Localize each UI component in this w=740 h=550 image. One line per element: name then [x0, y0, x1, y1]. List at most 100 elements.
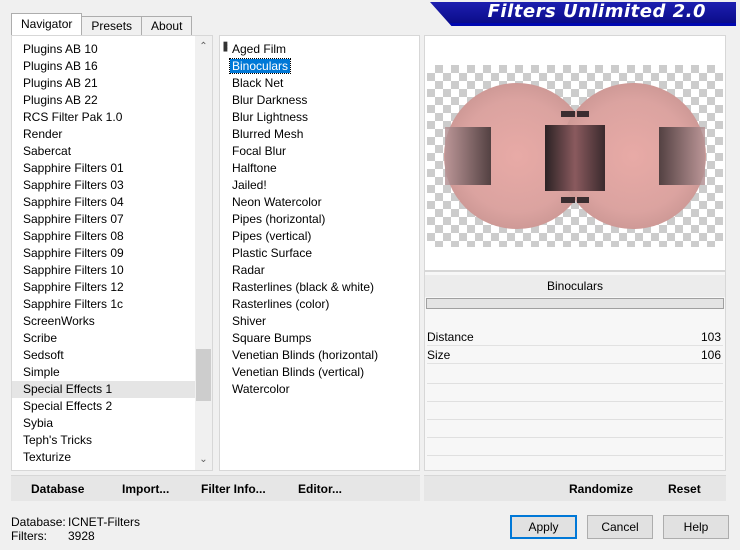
- param-value-distance[interactable]: 103: [701, 328, 721, 346]
- binoculars-preview-image: [444, 83, 706, 229]
- filter-item[interactable]: Rasterlines (black & white): [220, 279, 419, 296]
- category-list[interactable]: Plugins AB 10 Plugins AB 16 Plugins AB 21 P…: [11, 35, 213, 471]
- category-item[interactable]: Sybia: [12, 415, 212, 432]
- category-item[interactable]: Render: [12, 126, 212, 143]
- param-row-distance[interactable]: Distance 103: [427, 328, 723, 346]
- filter-info-button[interactable]: Filter Info...: [201, 476, 266, 502]
- category-item[interactable]: Sapphire Filters 03: [12, 177, 212, 194]
- category-item[interactable]: Texturize: [12, 449, 212, 466]
- filter-item[interactable]: Blur Lightness: [220, 109, 419, 126]
- category-scrollbar[interactable]: ⌃ ⌄: [195, 36, 212, 470]
- tab-presets[interactable]: Presets: [81, 16, 143, 35]
- param-divider: [427, 383, 723, 384]
- parameter-slider-track[interactable]: [426, 298, 724, 309]
- help-button[interactable]: Help: [663, 515, 729, 539]
- scroll-down-icon[interactable]: ⌄: [195, 451, 212, 468]
- category-item[interactable]: ScreenWorks: [12, 313, 212, 330]
- filter-item[interactable]: Blurred Mesh: [220, 126, 419, 143]
- apply-button[interactable]: Apply: [510, 515, 577, 539]
- category-item[interactable]: Sapphire Filters 04: [12, 194, 212, 211]
- filter-item-label: Blur Darkness: [232, 93, 308, 107]
- filter-item-label: Focal Blur: [232, 144, 287, 158]
- filters-label: Filters:: [11, 529, 47, 543]
- filter-item-label: Plastic Surface: [232, 246, 313, 260]
- category-item[interactable]: Scribe: [12, 330, 212, 347]
- filter-item[interactable]: Watercolor: [220, 381, 419, 398]
- filter-item[interactable]: Jailed!: [220, 177, 419, 194]
- category-item[interactable]: Sapphire Filters 08: [12, 228, 212, 245]
- banner-title: Filters Unlimited 2.0: [487, 1, 706, 22]
- category-item[interactable]: Sabercat: [12, 143, 212, 160]
- filter-item[interactable]: Binoculars: [220, 58, 419, 75]
- filter-item[interactable]: Halftone: [220, 160, 419, 177]
- tab-about[interactable]: About: [141, 16, 193, 35]
- category-item[interactable]: Sapphire Filters 12: [12, 279, 212, 296]
- filter-item[interactable]: Aged Film: [220, 41, 419, 58]
- tab-navigator[interactable]: Navigator: [11, 13, 83, 35]
- filter-item[interactable]: Pipes (vertical): [220, 228, 419, 245]
- category-item[interactable]: Teph's Tricks: [12, 432, 212, 449]
- database-value: ICNET-Filters: [68, 515, 140, 529]
- param-row-size[interactable]: Size 106: [427, 346, 723, 364]
- filter-item[interactable]: Venetian Blinds (vertical): [220, 364, 419, 381]
- category-item[interactable]: Simple: [12, 364, 212, 381]
- filter-item-label: Venetian Blinds (vertical): [232, 365, 365, 379]
- category-item[interactable]: Special Effects 1: [12, 381, 198, 398]
- category-item[interactable]: Sedsoft: [12, 347, 212, 364]
- editor-button[interactable]: Editor...: [298, 476, 342, 502]
- category-item[interactable]: Sapphire Filters 09: [12, 245, 212, 262]
- filter-item[interactable]: Plastic Surface: [220, 245, 419, 262]
- filter-item[interactable]: Venetian Blinds (horizontal): [220, 347, 419, 364]
- import-button[interactable]: Import...: [122, 476, 169, 502]
- preview-canvas[interactable]: [427, 65, 723, 247]
- category-item[interactable]: Sapphire Filters 1c: [12, 296, 212, 313]
- filter-item[interactable]: Pipes (horizontal): [220, 211, 419, 228]
- param-button-bar: Randomize Reset: [424, 475, 726, 501]
- filter-item-label: Watercolor: [232, 382, 290, 396]
- filter-item[interactable]: Black Net: [220, 75, 419, 92]
- param-label-distance: Distance: [427, 330, 474, 344]
- category-item[interactable]: Plugins AB 21: [12, 75, 212, 92]
- filter-item[interactable]: Shiver: [220, 313, 419, 330]
- randomize-button[interactable]: Randomize: [569, 476, 633, 502]
- category-item[interactable]: Plugins AB 16: [12, 58, 212, 75]
- parameter-panel: Binoculars Distance 103 Size 106: [424, 271, 726, 471]
- filter-item[interactable]: Focal Blur: [220, 143, 419, 160]
- filter-item-label: Blur Lightness: [232, 110, 309, 124]
- category-item[interactable]: RCS Filter Pak 1.0: [12, 109, 212, 126]
- param-divider: [427, 455, 723, 456]
- database-button[interactable]: Database: [31, 476, 84, 502]
- category-item[interactable]: Sapphire Filters 10: [12, 262, 212, 279]
- scroll-thumb[interactable]: [196, 349, 211, 401]
- filter-item[interactable]: Radar: [220, 262, 419, 279]
- scroll-up-icon[interactable]: ⌃: [195, 38, 212, 55]
- param-label-size: Size: [427, 348, 451, 362]
- category-item[interactable]: Plugins AB 22: [12, 92, 212, 109]
- filter-item[interactable]: Neon Watercolor: [220, 194, 419, 211]
- category-item[interactable]: Plugins AB 10: [12, 41, 212, 58]
- cancel-button[interactable]: Cancel: [587, 515, 653, 539]
- filter-list[interactable]: ■ ■ ■ Aged Film Binoculars Black Net Blur Dar…: [219, 35, 420, 471]
- filter-item-label: Aged Film: [232, 42, 287, 56]
- filter-item-label: Rasterlines (color): [232, 297, 330, 311]
- param-value-size[interactable]: 106: [701, 346, 721, 364]
- list-button-bar: Database Import... Filter Info... Editor…: [11, 475, 420, 501]
- category-item[interactable]: Sapphire Filters 01: [12, 160, 212, 177]
- param-divider: [427, 419, 723, 420]
- filter-item[interactable]: Square Bumps: [220, 330, 419, 347]
- filter-item-label: Rasterlines (black & white): [232, 280, 375, 294]
- filter-item-label: Pipes (vertical): [232, 229, 312, 243]
- reset-button[interactable]: Reset: [668, 476, 701, 502]
- database-label: Database:: [11, 515, 66, 529]
- filter-item-label: Venetian Blinds (horizontal): [232, 348, 379, 362]
- filter-item-label: Blurred Mesh: [232, 127, 304, 141]
- category-item[interactable]: Special Effects 2: [12, 398, 212, 415]
- filter-item[interactable]: Blur Darkness: [220, 92, 419, 109]
- category-item[interactable]: Sapphire Filters 07: [12, 211, 212, 228]
- tab-bar: Navigator Presets About: [11, 13, 193, 35]
- filter-item[interactable]: Rasterlines (color): [220, 296, 419, 313]
- list-grip-icon: ■ ■ ■: [223, 39, 228, 54]
- param-divider: [427, 401, 723, 402]
- filter-item-label: Radar: [232, 263, 265, 277]
- param-divider: [427, 437, 723, 438]
